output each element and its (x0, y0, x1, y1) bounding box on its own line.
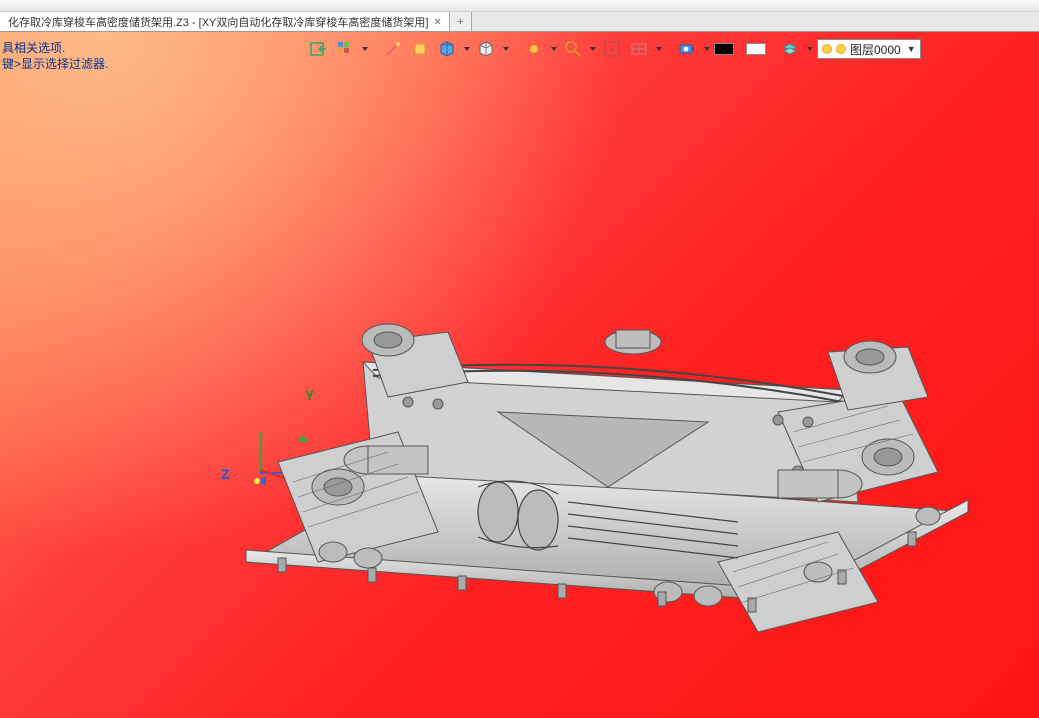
fit-icon[interactable] (600, 38, 624, 60)
palette-icon[interactable] (333, 38, 357, 60)
chevron-down-icon: ▼ (907, 44, 916, 54)
grid-dropdown[interactable] (654, 38, 663, 60)
zoom-dropdown[interactable] (588, 38, 597, 60)
sun-dropdown[interactable] (549, 38, 558, 60)
color-swatch-white[interactable] (746, 43, 766, 55)
lightbulb-status-icon (836, 44, 846, 54)
viewport-3d[interactable]: 具相关选项. 键>显示选择过滤器. 图层0000 (0, 32, 1039, 718)
layer-plane-dropdown[interactable] (805, 38, 814, 60)
lightbulb-on-icon (822, 44, 832, 54)
tab-label: 化存取冷库穿梭车高密度储货架用.Z3 - [XY双向自动化存取冷库穿梭车高密度储… (8, 14, 428, 30)
cube-wire-icon[interactable] (474, 38, 498, 60)
cube-shade-icon[interactable] (435, 38, 459, 60)
menubar (0, 0, 1039, 12)
camera-dropdown[interactable] (702, 38, 711, 60)
command-hint: 具相关选项. 键>显示选择过滤器. (2, 40, 108, 72)
tab-active[interactable]: 化存取冷库穿梭车高密度储货架用.Z3 - [XY双向自动化存取冷库穿梭车高密度储… (0, 12, 450, 31)
cube-shade-dropdown[interactable] (462, 38, 471, 60)
tab-add[interactable]: + (450, 12, 472, 31)
model-shuttle-cart[interactable] (238, 302, 978, 642)
cube-wire-dropdown[interactable] (501, 38, 510, 60)
wand-icon[interactable] (381, 38, 405, 60)
color-swatch-black[interactable] (714, 43, 734, 55)
hint-line-1: 具相关选项. (2, 40, 108, 56)
import-icon[interactable] (306, 38, 330, 60)
palette-dropdown[interactable] (360, 38, 369, 60)
close-icon[interactable]: × (434, 16, 440, 28)
layer-label: 图层0000 (850, 41, 901, 58)
axis-label-z: Z (221, 466, 230, 482)
plus-icon: + (457, 16, 463, 28)
viewport-toolbar: 图层0000 ▼ (306, 38, 921, 60)
tab-bar: 化存取冷库穿梭车高密度储货架用.Z3 - [XY双向自动化存取冷库穿梭车高密度储… (0, 12, 1039, 32)
layer-plane-icon[interactable] (778, 38, 802, 60)
layer-selector[interactable]: 图层0000 ▼ (817, 39, 921, 59)
grid-icon[interactable] (627, 38, 651, 60)
zoom-icon[interactable] (561, 38, 585, 60)
hint-line-2: 键>显示选择过滤器. (2, 56, 108, 72)
camera-icon[interactable] (675, 38, 699, 60)
highlight-icon[interactable] (408, 38, 432, 60)
sun-icon[interactable] (522, 38, 546, 60)
